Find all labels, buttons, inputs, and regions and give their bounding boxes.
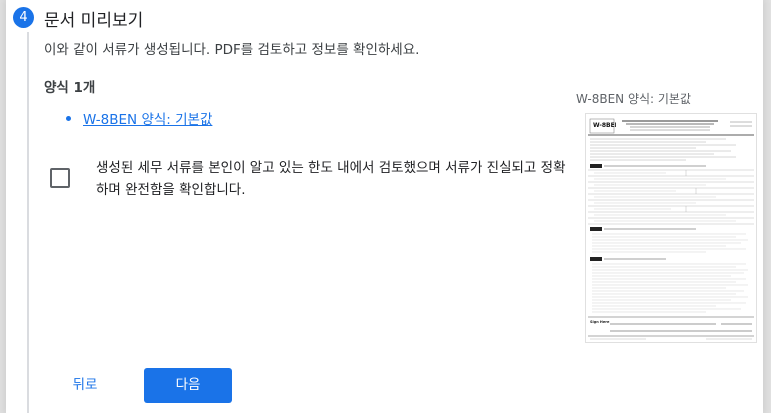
bullet-icon bbox=[66, 115, 71, 121]
step-card: 4 문서 미리보기 이와 같이 서류가 생성됩니다. PDF를 검토하고 정보를… bbox=[6, 0, 763, 413]
svg-text:Sign Here: Sign Here bbox=[590, 320, 610, 324]
document-list-item: W-8BEN 양식: 기본값 bbox=[66, 108, 212, 128]
stepper-rail bbox=[27, 32, 29, 413]
form-page-image: W-8BEN Sign Here bbox=[588, 118, 754, 340]
back-button[interactable]: 뒤로 bbox=[64, 369, 106, 401]
step-number-badge: 4 bbox=[13, 7, 34, 28]
svg-text:W-8BEN: W-8BEN bbox=[593, 122, 620, 129]
forms-count-label: 양식 1개 bbox=[44, 80, 96, 96]
confirmation-checkbox[interactable] bbox=[50, 168, 70, 188]
preview-title: W-8BEN 양식: 기본값 bbox=[576, 92, 692, 106]
step-description: 이와 같이 서류가 생성됩니다. PDF를 검토하고 정보를 확인하세요. bbox=[44, 42, 420, 58]
document-preview-thumbnail[interactable]: W-8BEN Sign Here bbox=[585, 113, 757, 343]
next-button[interactable]: 다음 bbox=[144, 368, 232, 403]
confirmation-text: 생성된 세무 서류를 본인이 알고 있는 한도 내에서 검토했으며 서류가 진실… bbox=[96, 160, 566, 198]
step-title: 문서 미리보기 bbox=[44, 11, 144, 31]
document-link-w8ben[interactable]: W-8BEN 양식: 기본값 bbox=[83, 108, 212, 128]
